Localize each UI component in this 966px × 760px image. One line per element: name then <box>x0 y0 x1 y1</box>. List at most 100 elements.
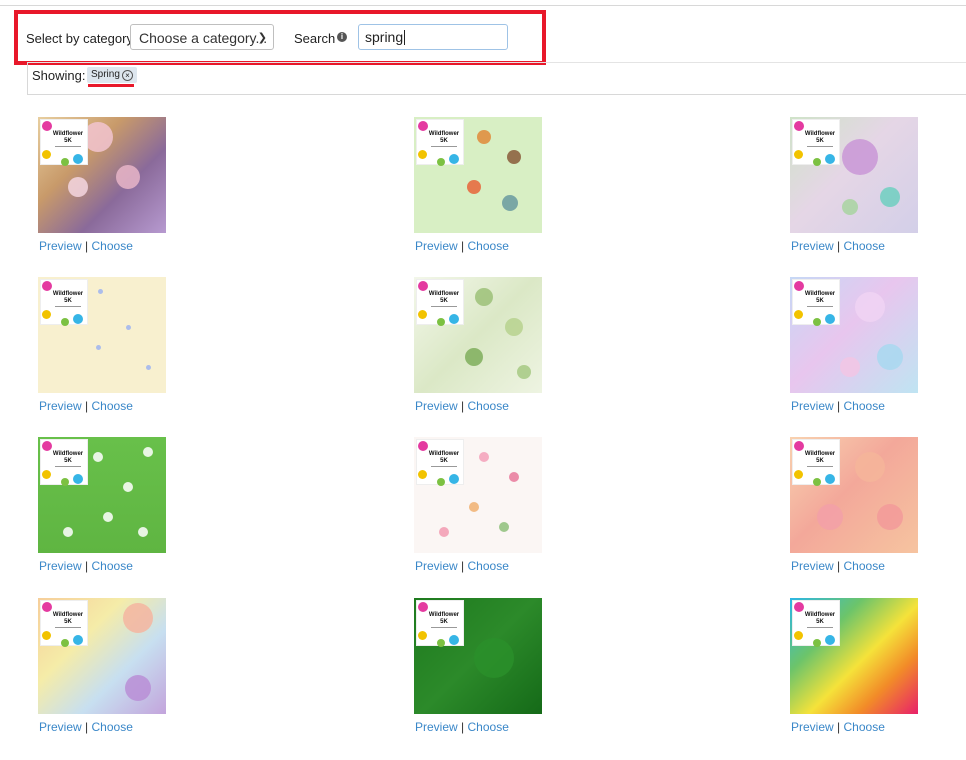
logo-flower-pink <box>418 441 428 451</box>
pattern-thumbnail[interactable]: Wildflower 5K <box>414 117 542 233</box>
pattern-motif <box>840 357 860 377</box>
category-select[interactable]: Choose a category... ❯ <box>130 24 274 50</box>
choose-link[interactable]: Choose <box>468 720 509 734</box>
preview-link[interactable]: Preview <box>39 239 82 253</box>
pattern-thumbnail[interactable]: Wildflower 5K <box>790 117 918 233</box>
tile-actions: Preview | Choose <box>791 559 885 573</box>
logo-flower-yellow <box>794 310 803 319</box>
pattern-motif <box>479 452 489 462</box>
preview-link[interactable]: Preview <box>39 559 82 573</box>
logo-line2: 5K <box>440 138 448 144</box>
preview-link[interactable]: Preview <box>415 559 458 573</box>
logo-flower-pink <box>42 281 52 291</box>
wildflower-logo: Wildflower 5K <box>40 279 88 326</box>
wildflower-logo: Wildflower 5K <box>416 279 464 326</box>
pattern-thumbnail[interactable]: Wildflower 5K <box>790 598 918 714</box>
choose-link[interactable]: Choose <box>92 239 133 253</box>
wildflower-logo: Wildflower 5K <box>416 119 464 166</box>
choose-link[interactable]: Choose <box>468 399 509 413</box>
category-label: Select by category: <box>26 31 137 46</box>
logo-flower-yellow <box>794 150 803 159</box>
pattern-motif <box>143 447 153 457</box>
pattern-thumbnail[interactable]: Wildflower 5K <box>38 277 166 393</box>
pattern-thumbnail[interactable]: Wildflower 5K <box>790 277 918 393</box>
filter-tag-spring[interactable]: Spring × <box>87 67 137 83</box>
tile-actions: Preview | Choose <box>39 559 133 573</box>
preview-link[interactable]: Preview <box>791 399 834 413</box>
link-separator: | <box>461 239 465 253</box>
logo-line1: Wildflower <box>804 451 836 457</box>
logo-flower-green <box>61 639 69 647</box>
pattern-thumbnail[interactable]: Wildflower 5K <box>414 598 542 714</box>
wildflower-logo: Wildflower 5K <box>416 600 464 647</box>
pattern-motif <box>125 675 151 701</box>
pattern-thumbnail[interactable]: Wildflower 5K <box>414 277 542 393</box>
choose-link[interactable]: Choose <box>468 239 509 253</box>
logo-line1: Wildflower <box>52 451 84 457</box>
active-filters-row: Showing: Spring × <box>27 62 966 95</box>
wildflower-logo: Wildflower 5K <box>416 439 464 486</box>
pattern-tile: Wildflower 5K Preview | Choose <box>790 598 918 738</box>
pattern-thumbnail[interactable]: Wildflower 5K <box>38 117 166 233</box>
logo-flower-green <box>61 478 69 486</box>
pattern-thumbnail[interactable]: Wildflower 5K <box>790 437 918 553</box>
preview-link[interactable]: Preview <box>791 559 834 573</box>
choose-link[interactable]: Choose <box>844 559 885 573</box>
preview-link[interactable]: Preview <box>39 399 82 413</box>
choose-link[interactable]: Choose <box>844 720 885 734</box>
category-select-value: Choose a category... <box>139 30 268 46</box>
tag-highlight-underline <box>88 84 134 87</box>
logo-line2: 5K <box>816 458 824 464</box>
logo-flower-green <box>61 158 69 166</box>
filter-bar: Select by category: Choose a category...… <box>14 10 546 65</box>
preview-link[interactable]: Preview <box>39 720 82 734</box>
choose-link[interactable]: Choose <box>92 720 133 734</box>
logo-subline <box>807 146 833 147</box>
tile-actions: Preview | Choose <box>415 399 509 413</box>
logo-flower-blue <box>73 314 83 324</box>
logo-flower-pink <box>794 441 804 451</box>
pattern-thumbnail[interactable]: Wildflower 5K <box>38 598 166 714</box>
logo-text: Wildflower 5K <box>801 451 839 465</box>
logo-line1: Wildflower <box>52 612 84 618</box>
chevron-down-icon: ❯ <box>257 32 267 44</box>
pattern-thumbnail[interactable]: Wildflower 5K <box>414 437 542 553</box>
choose-link[interactable]: Choose <box>92 399 133 413</box>
logo-flower-green <box>813 639 821 647</box>
pattern-motif <box>817 504 843 530</box>
logo-line2: 5K <box>440 458 448 464</box>
logo-line1: Wildflower <box>804 291 836 297</box>
choose-link[interactable]: Choose <box>468 559 509 573</box>
pattern-tile: Wildflower 5K Preview | Choose <box>38 117 166 257</box>
wildflower-logo: Wildflower 5K <box>40 439 88 486</box>
logo-flower-yellow <box>418 631 427 640</box>
choose-link[interactable]: Choose <box>92 559 133 573</box>
tile-actions: Preview | Choose <box>415 239 509 253</box>
logo-flower-blue <box>73 154 83 164</box>
pattern-motif <box>505 318 523 336</box>
search-input[interactable]: spring <box>358 24 508 50</box>
showing-label: Showing: <box>32 68 86 83</box>
choose-link[interactable]: Choose <box>844 239 885 253</box>
logo-subline <box>431 466 457 467</box>
info-icon[interactable]: i <box>337 32 347 42</box>
wildflower-logo: Wildflower 5K <box>792 279 840 326</box>
preview-link[interactable]: Preview <box>791 720 834 734</box>
preview-link[interactable]: Preview <box>415 399 458 413</box>
logo-flower-blue <box>449 474 459 484</box>
pattern-tile: Wildflower 5K Preview | Choose <box>38 277 166 417</box>
pattern-motif <box>63 527 73 537</box>
pattern-thumbnail[interactable]: Wildflower 5K <box>38 437 166 553</box>
remove-tag-icon[interactable]: × <box>121 70 133 81</box>
preview-link[interactable]: Preview <box>415 239 458 253</box>
preview-link[interactable]: Preview <box>415 720 458 734</box>
wildflower-logo: Wildflower 5K <box>792 439 840 486</box>
logo-line2: 5K <box>816 619 824 625</box>
choose-link[interactable]: Choose <box>844 399 885 413</box>
logo-subline <box>431 627 457 628</box>
logo-flower-green <box>813 158 821 166</box>
logo-text: Wildflower 5K <box>425 291 463 305</box>
logo-line1: Wildflower <box>428 291 460 297</box>
preview-link[interactable]: Preview <box>791 239 834 253</box>
pattern-motif <box>877 504 903 530</box>
